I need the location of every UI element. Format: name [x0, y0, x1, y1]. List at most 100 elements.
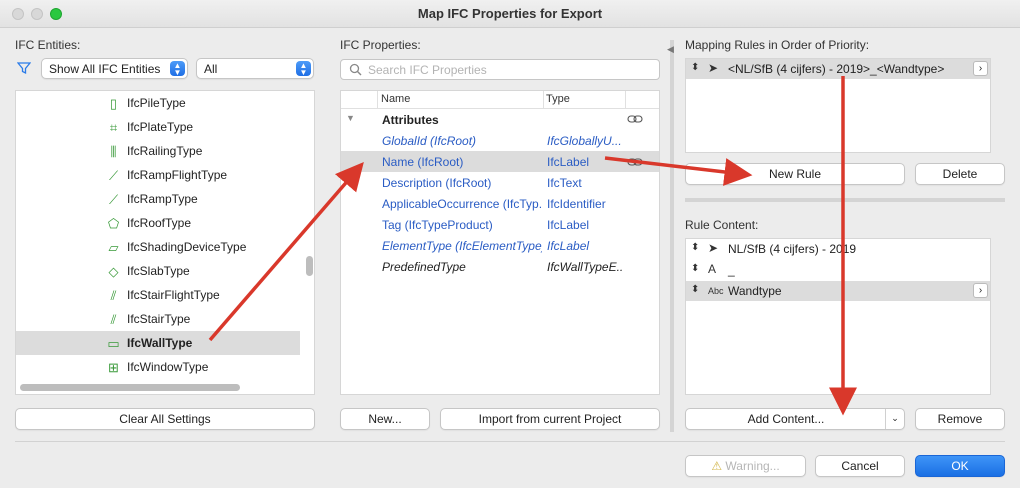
roof-icon: ⬠	[107, 216, 120, 231]
shading-device-icon: ▱	[108, 240, 119, 255]
reorder-handle-icon[interactable]: ⬍	[691, 284, 699, 295]
link-icon	[627, 113, 643, 128]
tree-item[interactable]: ◇ IfcSlabType	[16, 259, 300, 283]
window-icon: ⊞	[108, 360, 119, 375]
mapping-rules-list[interactable]: ⬍ ➤ <NL/SfB (4 cijfers) - 2019>_<Wandtype>…	[685, 58, 991, 153]
cursor-icon: ➤	[708, 61, 719, 75]
popup-stepper-icon: ▲ ▼	[170, 61, 185, 77]
add-content-button[interactable]: Add Content... ⌄	[685, 408, 905, 430]
cursor-icon: ➤	[708, 241, 719, 255]
title-bar: Map IFC Properties for Export	[0, 0, 1020, 28]
chevron-right-icon[interactable]: ›	[973, 283, 988, 298]
property-name: GlobalId (IfcRoot)	[382, 134, 477, 148]
table-row[interactable]: ApplicableOccurrence (IfcTyp... IfcIdenti…	[341, 193, 659, 214]
pile-icon: ▯	[109, 96, 118, 111]
plate-icon: ⌗	[109, 120, 118, 135]
tree-item[interactable]: ⫽ IfcStairType	[16, 307, 300, 331]
table-row[interactable]: Name (IfcRoot) IfcLabel	[341, 151, 659, 172]
tree-item-label: IfcRampType	[127, 192, 198, 206]
disclosure-triangle-icon[interactable]: ▼	[346, 113, 355, 123]
mapping-rules-label: Mapping Rules in Order of Priority:	[685, 38, 870, 52]
tree-item[interactable]: ⟋ IfcRampFlightType	[16, 163, 300, 187]
property-type: IfcIdentifier	[547, 197, 606, 211]
content-label: _	[728, 263, 735, 277]
table-row[interactable]: Tag (IfcTypeProduct) IfcLabel	[341, 214, 659, 235]
content-label: NL/SfB (4 cijfers) - 2019	[728, 242, 857, 256]
tree-item-label: IfcPlateType	[127, 120, 194, 134]
stair-icon: ⫽	[110, 312, 117, 327]
column-name-header[interactable]: Name	[381, 93, 410, 105]
text-a-icon: A	[708, 262, 717, 276]
search-input[interactable]: Search IFC Properties	[368, 63, 487, 77]
property-type: IfcText	[547, 176, 582, 190]
tree-item[interactable]: ▭ IfcWallType	[16, 331, 300, 355]
vertical-splitter[interactable]	[670, 40, 674, 432]
tree-item[interactable]: ⬠ IfcRoofType	[16, 211, 300, 235]
filter-icon[interactable]	[16, 61, 32, 75]
search-icon	[349, 63, 362, 79]
rule-row[interactable]: ⬍ ➤ <NL/SfB (4 cijfers) - 2019>_<Wandtype>…	[686, 59, 990, 79]
clear-all-settings-button[interactable]: Clear All Settings	[15, 408, 315, 430]
properties-table[interactable]: Name Type ▼ Attributes GlobalId (IfcRoot…	[340, 90, 660, 395]
tree-item-label: IfcRailingType	[127, 144, 203, 158]
property-name: ElementType (IfcElementType)	[382, 239, 542, 253]
ramp-flight-icon: ⟋	[108, 168, 119, 183]
tree-item[interactable]: ⫽ IfcStairFlightType	[16, 283, 300, 307]
horizontal-scrollbar[interactable]	[20, 384, 240, 391]
tree-item[interactable]: ▯ IfcPileType	[16, 91, 300, 115]
properties-search[interactable]: Search IFC Properties	[340, 59, 660, 80]
tree-item-label: IfcShadingDeviceType	[127, 240, 247, 254]
new-property-button[interactable]: New...	[340, 408, 430, 430]
vertical-scrollbar[interactable]	[306, 256, 313, 276]
tree-item[interactable]: ⊞ IfcWindowType	[16, 355, 300, 379]
rule-label: <NL/SfB (4 cijfers) - 2019>_<Wandtype>	[728, 62, 945, 76]
content-label: Wandtype	[728, 284, 782, 298]
property-name: Tag (IfcTypeProduct)	[382, 218, 493, 232]
tree-item[interactable]: ⌗ IfcPlateType	[16, 115, 300, 139]
tree-item[interactable]: ⟋ IfcRampType	[16, 187, 300, 211]
entity-filter-popup[interactable]: Show All IFC Entities ▲ ▼	[41, 58, 188, 79]
table-row[interactable]: ElementType (IfcElementType) IfcLabel	[341, 235, 659, 256]
reorder-handle-icon[interactable]: ⬍	[691, 263, 699, 274]
railing-icon: ⫼	[110, 144, 117, 159]
table-row[interactable]: GlobalId (IfcRoot) IfcGloballyU...	[341, 130, 659, 151]
table-row[interactable]: Description (IfcRoot) IfcText	[341, 172, 659, 193]
reorder-handle-icon[interactable]: ⬍	[691, 242, 699, 253]
group-label: Attributes	[382, 113, 439, 127]
cancel-button[interactable]: Cancel	[815, 455, 905, 477]
remove-content-button[interactable]: Remove	[915, 408, 1005, 430]
warning-icon: ⚠	[711, 459, 723, 473]
table-row[interactable]: PredefinedType IfcWallTypeE...	[341, 256, 659, 277]
rule-content-list[interactable]: ⬍ ➤ NL/SfB (4 cijfers) - 2019 ⬍ A _ ⬍ Abc Wandty…	[685, 238, 991, 395]
horizontal-splitter[interactable]	[685, 198, 1005, 202]
chevron-down-icon[interactable]: ⌄	[885, 409, 904, 429]
ok-button[interactable]: OK	[915, 455, 1005, 477]
tree-item[interactable]: ⫼ IfcRailingType	[16, 139, 300, 163]
reorder-handle-icon[interactable]: ⬍	[691, 62, 699, 73]
tree-item[interactable]: ▱ IfcShadingDeviceType	[16, 235, 300, 259]
tree-item-label: IfcStairType	[127, 312, 191, 326]
column-type-header[interactable]: Type	[546, 93, 570, 105]
chevron-right-icon[interactable]: ›	[973, 61, 988, 76]
content-row[interactable]: ⬍ Abc Wandtype ›	[686, 281, 990, 301]
import-from-project-button[interactable]: Import from current Project	[440, 408, 660, 430]
warning-label: Warning...	[725, 459, 780, 473]
entities-label: IFC Entities:	[15, 38, 81, 52]
wall-icon: ▭	[107, 336, 120, 351]
property-type: IfcWallTypeE...	[547, 260, 623, 274]
content-row[interactable]: ⬍ A _	[686, 260, 990, 280]
rule-content-label: Rule Content:	[685, 218, 759, 232]
group-row-attributes[interactable]: ▼ Attributes	[341, 109, 659, 130]
content-row[interactable]: ⬍ ➤ NL/SfB (4 cijfers) - 2019	[686, 239, 990, 259]
entity-filter-value: Show All IFC Entities	[49, 62, 161, 76]
collapse-arrow-icon[interactable]: ◀	[667, 44, 674, 55]
add-content-label: Add Content...	[747, 412, 825, 426]
entity-scope-popup[interactable]: All ▲ ▼	[196, 58, 314, 79]
footer-divider	[15, 441, 1005, 442]
new-rule-button[interactable]: New Rule	[685, 163, 905, 185]
property-type: IfcLabel	[547, 239, 590, 253]
stair-flight-icon: ⫽	[110, 288, 117, 303]
delete-rule-button[interactable]: Delete	[915, 163, 1005, 185]
property-name: ApplicableOccurrence (IfcTyp...	[382, 197, 542, 211]
entity-tree[interactable]: ⊞ IfcWindowType ▭ IfcWallType ⫽ IfcStairType ⫽…	[15, 90, 315, 395]
